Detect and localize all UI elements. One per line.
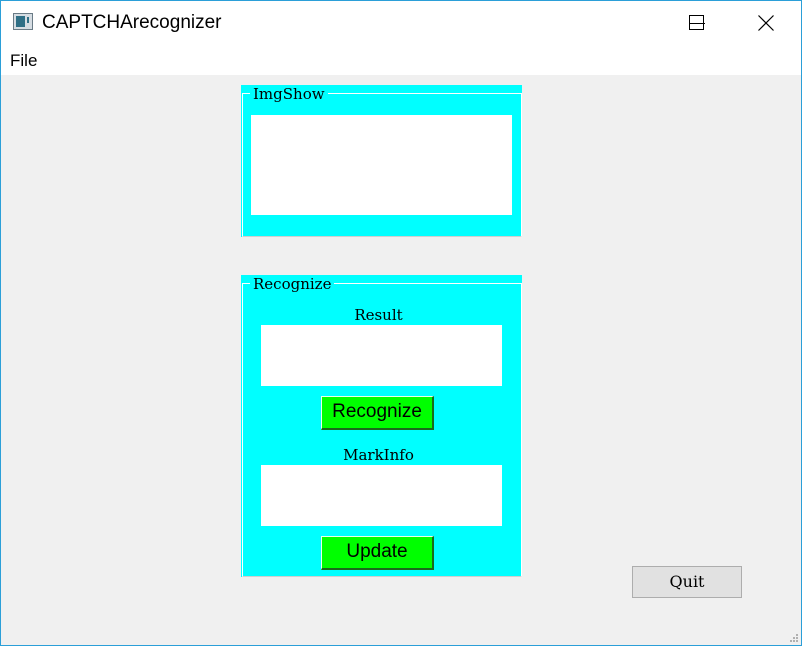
title-bar[interactable]: CAPTCHArecognizer: [1, 1, 801, 45]
close-button[interactable]: [743, 1, 789, 45]
recognize-group: Recognize Result Recognize MarkInfo Upda…: [241, 275, 522, 577]
app-window: CAPTCHArecognizer File ImgShow Recognize…: [0, 0, 802, 646]
imgshow-group-label: ImgShow: [250, 85, 328, 103]
menu-bar: File: [1, 45, 801, 75]
quit-button[interactable]: Quit: [632, 566, 742, 598]
resize-grip-icon[interactable]: [789, 633, 799, 643]
window-title: CAPTCHArecognizer: [42, 12, 222, 33]
close-icon: [758, 15, 774, 31]
markinfo-field[interactable]: [261, 465, 502, 526]
app-window-icon: [13, 13, 33, 30]
markinfo-label: MarkInfo: [343, 446, 414, 464]
update-button[interactable]: Update: [321, 536, 434, 570]
imgshow-group: ImgShow: [241, 85, 522, 237]
maximize-button[interactable]: [679, 1, 719, 45]
result-label: Result: [354, 306, 403, 324]
maximize-icon: [689, 15, 704, 30]
recognize-button[interactable]: Recognize: [321, 396, 434, 430]
menu-item-file[interactable]: File: [10, 51, 37, 71]
recognize-group-label: Recognize: [250, 275, 335, 293]
result-field[interactable]: [261, 325, 502, 386]
image-display-area: [251, 115, 512, 215]
